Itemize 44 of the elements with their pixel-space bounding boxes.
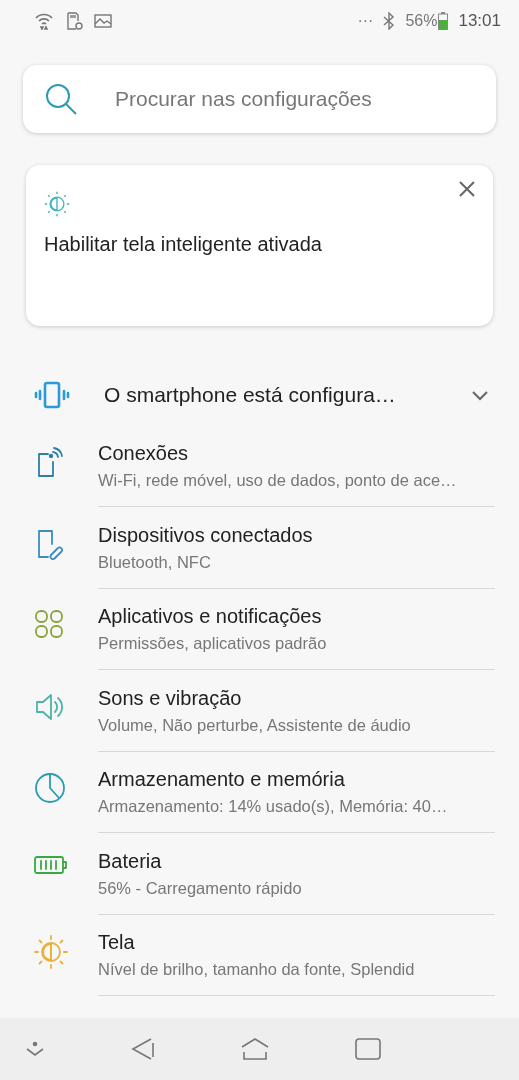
settings-item-subtitle: Permissões, aplicativos padrão — [98, 634, 328, 653]
settings-item-title[interactable]: Armazenamento e memória — [98, 768, 495, 791]
settings-item-subtitle: Bluetooth, NFC — [98, 552, 212, 572]
image-icon — [94, 13, 112, 29]
wifi-icon — [34, 12, 54, 30]
bluetooth-icon — [383, 12, 396, 30]
settings-item-title[interactable]: Bateria — [98, 849, 495, 873]
battery-icon — [34, 853, 68, 876]
vibrating-phone-icon — [34, 381, 70, 409]
settings-item-title[interactable]: Dispositivos conectados — [98, 523, 495, 547]
back-icon — [131, 1037, 155, 1061]
battery-charging-icon — [438, 12, 449, 30]
home-button[interactable] — [240, 1037, 270, 1061]
chevron-icon — [471, 389, 489, 401]
back-button[interactable] — [131, 1037, 155, 1061]
brightness-icon — [44, 191, 70, 217]
settings-item-title[interactable]: Conexões — [98, 442, 495, 465]
chevron-down-icon — [24, 1041, 46, 1057]
settings-item-title[interactable]: Aplicativos e notificações — [98, 605, 495, 628]
home-icon — [240, 1037, 270, 1061]
settings-item-subtitle: 56% - Carregamento rápido — [98, 878, 303, 898]
settings-item-title[interactable]: Sons e vibração — [98, 686, 495, 710]
more-indicator: ··· — [357, 12, 374, 30]
expand-button[interactable] — [471, 389, 489, 401]
sd-card-icon — [64, 11, 84, 31]
settings-item-title[interactable]: Tela — [98, 931, 495, 954]
search-field[interactable]: Procurar nas configurações — [23, 65, 496, 133]
pie-chart-icon — [34, 772, 66, 804]
battery-percent: 56% — [405, 12, 438, 30]
settings-item-subtitle: Nível de brilho, tamanho da fonte, Splendid — [98, 960, 416, 979]
recents-button[interactable] — [355, 1038, 381, 1060]
grid-icon — [34, 609, 64, 639]
square-icon — [355, 1038, 381, 1060]
suggestion-text: Habilitar tela inteligente ativada — [44, 233, 323, 256]
close-icon — [459, 181, 475, 197]
settings-item-subtitle: Armazenamento: 14% usado(s), Memória: 40… — [98, 797, 449, 816]
hide-bar-button[interactable] — [24, 1041, 46, 1057]
close-button[interactable] — [457, 179, 477, 199]
settings-item-subtitle: Volume, Não perturbe, Assistente de áudio — [98, 715, 412, 735]
clock-time: 13:01 — [458, 11, 501, 31]
search-icon — [43, 81, 79, 117]
settings-item-subtitle: Wi-Fi, rede móvel, uso de dados, ponto de ace… — [98, 471, 458, 490]
summary-text: O smartphone está configura… — [104, 383, 397, 407]
brightness-icon — [34, 935, 68, 969]
